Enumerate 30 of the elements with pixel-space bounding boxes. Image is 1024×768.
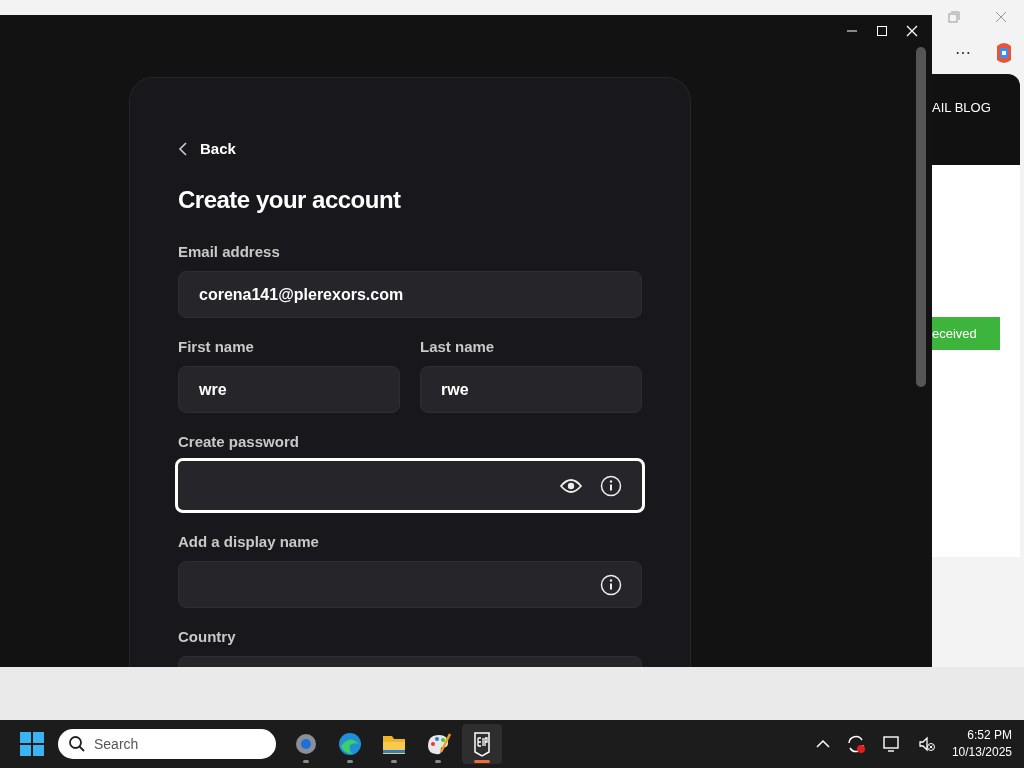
sync-icon[interactable] — [845, 734, 866, 754]
eye-icon[interactable] — [560, 477, 582, 494]
nav-link[interactable]: AIL BLOG — [932, 98, 991, 118]
start-icon[interactable] — [20, 732, 44, 756]
edge-icon — [336, 730, 364, 758]
clock-time[interactable]: 6:52 PM — [967, 727, 1012, 744]
info-icon[interactable] — [600, 573, 622, 596]
scrollbar-thumb[interactable] — [916, 47, 926, 387]
field-label: Country — [178, 628, 237, 646]
back-button[interactable]: Back — [178, 138, 236, 160]
chevron-left-icon — [178, 142, 188, 156]
field-label: Add a display name — [178, 533, 320, 551]
taskbar-app-button[interactable] — [462, 724, 502, 764]
field-label: First name — [178, 338, 255, 356]
input-field[interactable]: wre — [178, 366, 400, 413]
search-icon — [68, 735, 86, 753]
input-field[interactable] — [178, 561, 642, 608]
input-field[interactable]: corena141@plerexors.com — [178, 271, 642, 318]
info-icon[interactable] — [600, 474, 622, 497]
field-label: Email address — [178, 243, 281, 261]
speaker-muted-icon[interactable] — [917, 735, 936, 753]
field-label: Create password — [178, 433, 300, 451]
page-title: Create your account — [178, 185, 402, 215]
maximize-icon[interactable] — [876, 25, 888, 37]
field-label: Last name — [420, 338, 496, 356]
search-field[interactable]: Search — [58, 729, 276, 759]
more-button[interactable]: ⋯ — [955, 43, 971, 63]
chevron-up-icon[interactable] — [815, 739, 830, 749]
clock-date[interactable]: 10/13/2025 — [951, 744, 1012, 761]
input-field[interactable]: rwe — [420, 366, 642, 413]
